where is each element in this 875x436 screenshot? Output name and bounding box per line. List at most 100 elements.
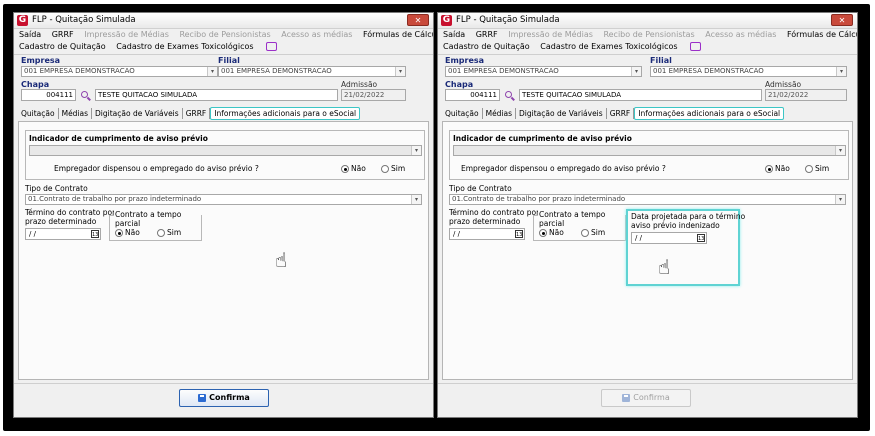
chevron-down-icon: ▾ [835, 195, 845, 204]
hand-pointer-icon: ☝ [658, 255, 671, 279]
close-button[interactable]: ✕ [831, 14, 853, 26]
menu-acesso-medias[interactable]: Acesso as médias [705, 30, 776, 39]
radio-icon [157, 229, 165, 237]
aviso-title: Indicador de cumprimento de aviso prévio [29, 134, 208, 143]
confirm-label: Confirma [209, 393, 250, 402]
termino-label-1: Término do contrato por [449, 208, 540, 217]
divider [438, 54, 857, 55]
tipo-contrato-label: Tipo de Contrato [449, 184, 512, 193]
tab-grrf[interactable]: GRRF [607, 108, 635, 119]
confirm-button[interactable]: Confirma [601, 389, 691, 407]
esocial-panel: Indicador de cumprimento de aviso prévio… [18, 121, 429, 380]
radio-dispensou-nao[interactable]: Não [765, 164, 790, 173]
chevron-down-icon: ▾ [207, 67, 217, 76]
radio-nao-label: Não [125, 228, 140, 237]
menu-formulas-calculos[interactable]: Fórmulas de Cálculos [363, 30, 433, 39]
radio-dispensou-sim[interactable]: Sim [381, 164, 405, 173]
menu-cadastro-quitacao[interactable]: Cadastro de Quitação [443, 42, 530, 51]
chat-icon[interactable] [266, 42, 278, 51]
dispensou-label: Empregador dispensou o empregado do avis… [54, 164, 259, 173]
filial-label: Filial [218, 56, 240, 65]
menu-cadastro-exames[interactable]: Cadastro de Exames Toxicológicos [540, 42, 677, 51]
close-button[interactable]: ✕ [407, 14, 429, 26]
menu-cadastro-exames[interactable]: Cadastro de Exames Toxicológicos [116, 42, 253, 51]
empresa-label: Empresa [445, 56, 485, 65]
aviso-select[interactable]: ▾ [29, 145, 422, 156]
divider [14, 54, 433, 55]
confirm-button[interactable]: Confirma [179, 389, 269, 407]
tab-digitacao-variaveis[interactable]: Digitação de Variáveis [92, 108, 183, 119]
admissao-label: Admissão [765, 80, 802, 89]
tab-quitacao[interactable]: Quitação [18, 108, 59, 119]
menu-recibo-pensionistas[interactable]: Recibo de Pensionistas [179, 30, 270, 39]
aviso-select[interactable]: ▾ [453, 145, 846, 156]
chapa-label: Chapa [445, 80, 474, 89]
divider [438, 383, 857, 384]
projetada-date-input[interactable]: / / 13 [631, 232, 707, 244]
search-icon[interactable] [81, 91, 88, 98]
tab-digitacao-variaveis[interactable]: Digitação de Variáveis [516, 108, 607, 119]
radio-icon [581, 229, 589, 237]
empresa-value: 001 EMPRESA DEMONSTRACAO [448, 67, 559, 75]
chapa-input[interactable]: 004111 [445, 89, 500, 101]
tipo-contrato-select[interactable]: 01.Contrato de trabalho por prazo indete… [25, 194, 422, 205]
menu-formulas-calculos[interactable]: Fórmulas de Cálculos [787, 30, 857, 39]
termino-date-value: / / [29, 230, 36, 238]
menu-saida[interactable]: Saída [19, 30, 41, 39]
projetada-date-value: / / [635, 234, 642, 242]
divider [14, 383, 433, 384]
tab-medias[interactable]: Médias [483, 108, 517, 119]
empresa-select[interactable]: 001 EMPRESA DEMONSTRACAO ▾ [445, 66, 642, 77]
radio-selected-icon [115, 229, 123, 237]
save-icon [198, 393, 207, 402]
projetada-label-1: Data projetada para o término [631, 212, 746, 221]
menu-impressao-medias[interactable]: Impressão de Médias [508, 30, 593, 39]
calendar-icon[interactable]: 13 [515, 230, 523, 238]
radio-parcial-sim[interactable]: Sim [581, 228, 605, 237]
radio-selected-icon [765, 165, 773, 173]
empresa-value: 001 EMPRESA DEMONSTRACAO [24, 67, 135, 75]
search-icon[interactable] [505, 91, 512, 98]
menu-cadastro-quitacao[interactable]: Cadastro de Quitação [19, 42, 106, 51]
tab-quitacao[interactable]: Quitação [442, 108, 483, 119]
menu-recibo-pensionistas[interactable]: Recibo de Pensionistas [603, 30, 694, 39]
radio-nao-label: Não [775, 164, 790, 173]
radio-parcial-sim[interactable]: Sim [157, 228, 181, 237]
radio-dispensou-nao[interactable]: Não [341, 164, 366, 173]
empresa-label: Empresa [21, 56, 61, 65]
tab-grrf[interactable]: GRRF [183, 108, 211, 119]
termino-date-input[interactable]: / / 13 [449, 228, 525, 240]
calendar-icon[interactable]: 13 [697, 234, 705, 242]
chevron-down-icon: ▾ [836, 67, 846, 76]
radio-dispensou-sim[interactable]: Sim [805, 164, 829, 173]
aviso-title: Indicador de cumprimento de aviso prévio [453, 134, 632, 143]
filial-select[interactable]: 001 EMPRESA DEMONSTRACAO ▾ [218, 66, 406, 77]
radio-sim-label: Sim [167, 228, 182, 237]
empresa-select[interactable]: 001 EMPRESA DEMONSTRACAO ▾ [21, 66, 218, 77]
admissao-label: Admissão [341, 80, 378, 89]
chevron-down-icon: ▾ [835, 146, 845, 155]
tab-informacoes-esocial[interactable]: Informações adicionais para o eSocial [634, 107, 785, 120]
chat-icon[interactable] [690, 42, 702, 51]
menu-grrf[interactable]: GRRF [476, 30, 498, 39]
menu-acesso-medias[interactable]: Acesso as médias [281, 30, 352, 39]
menu-grrf[interactable]: GRRF [52, 30, 74, 39]
radio-sim-label: Sim [815, 164, 830, 173]
chapa-input[interactable]: 004111 [21, 89, 76, 101]
calendar-icon[interactable]: 13 [91, 230, 99, 238]
radio-parcial-nao[interactable]: Não [115, 228, 140, 237]
tab-informacoes-esocial[interactable]: Informações adicionais para o eSocial [210, 107, 361, 120]
termino-date-input[interactable]: / / 13 [25, 228, 101, 240]
radio-parcial-nao[interactable]: Não [539, 228, 564, 237]
menu-saida[interactable]: Saída [443, 30, 465, 39]
menu-impressao-medias[interactable]: Impressão de Médias [84, 30, 169, 39]
dispensou-label: Empregador dispensou o empregado do avis… [461, 164, 666, 173]
projetada-label-2: aviso prévio indenizado [631, 221, 720, 230]
chevron-down-icon: ▾ [411, 195, 421, 204]
tipo-contrato-label: Tipo de Contrato [25, 184, 88, 193]
tab-medias[interactable]: Médias [59, 108, 93, 119]
title-bar: G FLP - Quitação Simulada ✕ [438, 13, 857, 29]
filial-select[interactable]: 001 EMPRESA DEMONSTRACAO ▾ [650, 66, 847, 77]
save-icon [622, 393, 631, 402]
tipo-contrato-select[interactable]: 01.Contrato de trabalho por prazo indete… [449, 194, 846, 205]
